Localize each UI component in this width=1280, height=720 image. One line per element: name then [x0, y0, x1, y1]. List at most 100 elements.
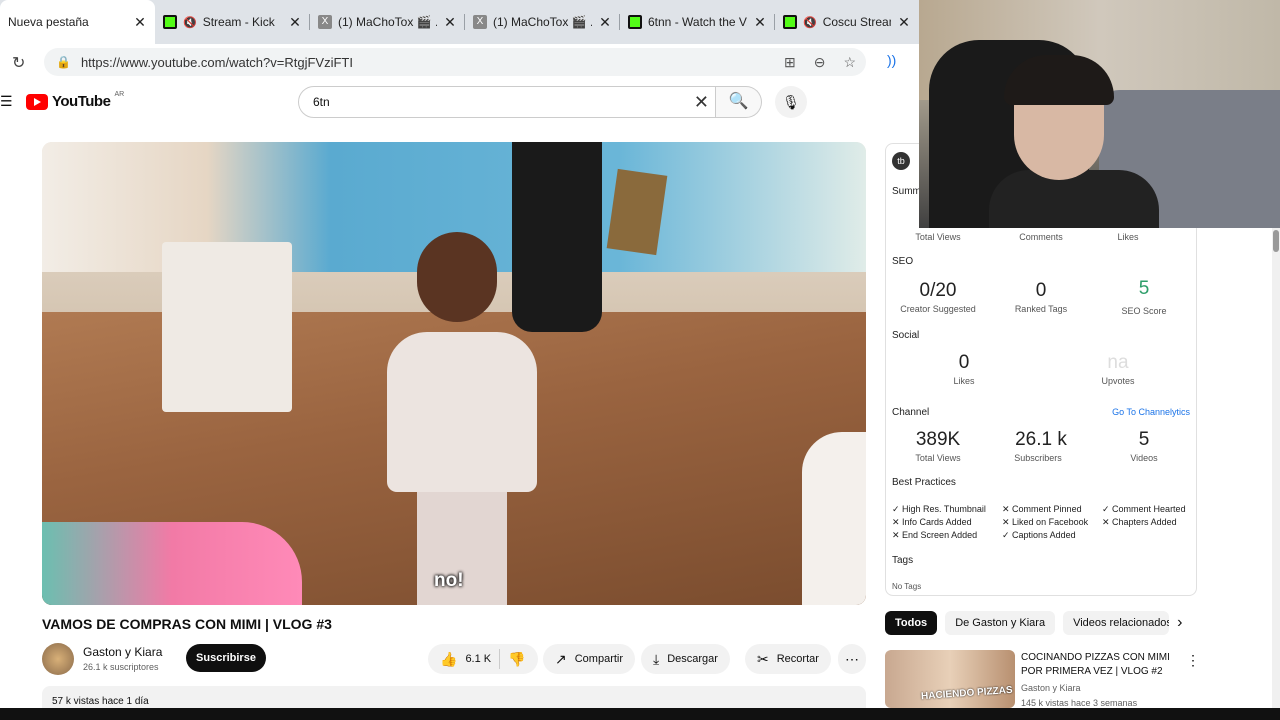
seo-caption: Creator Suggested	[900, 304, 976, 314]
tab-title: Stream - Kick	[202, 15, 275, 29]
recommended-video-channel[interactable]: Gaston y Kiara	[1021, 683, 1081, 693]
tab-title: (1) MaChoTox 🎬 ...	[493, 15, 592, 29]
download-icon: ⤓	[653, 650, 660, 667]
scrollbar[interactable]	[1272, 228, 1280, 708]
like-dislike-pill: 👍 6.1 K 👎	[428, 644, 538, 674]
country-code: AR	[114, 91, 125, 98]
more-icon: ⋯	[845, 650, 859, 667]
menu-icon[interactable]: ☰	[0, 93, 13, 110]
kick-icon	[628, 15, 642, 29]
youtube-logo[interactable]: YouTube AR	[26, 91, 125, 110]
zoom-icon[interactable]: ⊖	[814, 54, 826, 71]
channel-label: Channel	[892, 407, 930, 418]
browser-tab[interactable]: X (1) MaChoTox 🎬 ... ✕	[310, 0, 465, 44]
thumbs-down-icon[interactable]: 👎	[508, 651, 525, 668]
channel-stat-value: 5	[1138, 429, 1150, 450]
browser-tab[interactable]: X (1) MaChoTox 🎬 ... ✕	[465, 0, 620, 44]
x-icon: X	[473, 15, 487, 29]
extension-icon[interactable]: ))	[887, 52, 896, 68]
close-tab-icon[interactable]: ✕	[133, 14, 147, 31]
browser-tab[interactable]: 6tnn - Watch the V... ✕	[620, 0, 775, 44]
close-tab-icon[interactable]: ✕	[753, 14, 767, 31]
search-input[interactable]: 6tn ✕	[298, 86, 716, 118]
tags-label: Tags	[892, 555, 914, 566]
scrollbar-thumb[interactable]	[1273, 230, 1279, 252]
apps-icon[interactable]: ⊞	[784, 54, 796, 71]
browser-tab[interactable]: 🔇 Stream - Kick ✕	[155, 0, 310, 44]
best-practice-item: ✕ End Screen Added	[892, 530, 978, 540]
video-scene-child	[387, 222, 547, 605]
clear-search-icon[interactable]: ✕	[694, 92, 709, 113]
recommended-video-thumbnail[interactable]: HACIENDO PIZZAS	[885, 650, 1015, 708]
channel-name[interactable]: Gaston y Kiara	[83, 645, 162, 659]
related-filter-chips: Todos De Gaston y Kiara Videos relaciona…	[885, 611, 1182, 635]
best-practices-label: Best Practices	[892, 477, 956, 488]
download-label: Descargar	[667, 653, 718, 665]
share-button[interactable]: ↗ Compartir	[543, 644, 636, 674]
best-practice-item: ✕ Info Cards Added	[892, 517, 972, 527]
tab-title: Nueva pestaña	[8, 15, 89, 29]
browser-tab[interactable]: Nueva pestaña ✕	[0, 0, 155, 44]
search-button[interactable]: 🔍	[716, 86, 762, 118]
like-count[interactable]: 6.1 K	[465, 653, 491, 665]
views-line: 57 k vistas hace 1 día	[52, 696, 149, 707]
tab-title: Coscu Stream	[822, 15, 891, 29]
recommended-video-title[interactable]: COCINANDO PIZZAS CON MIMI POR PRIMERA VE…	[1021, 651, 1181, 679]
close-tab-icon[interactable]: ✕	[598, 14, 612, 31]
thumbs-up-icon[interactable]: 👍	[440, 651, 457, 668]
browser-tab[interactable]: 🔇 Coscu Stream ✕	[775, 0, 919, 44]
chip-related[interactable]: Videos relacionados	[1063, 611, 1170, 635]
browser-tab-bar: Nueva pestaña ✕ 🔇 Stream - Kick ✕ X (1) …	[0, 0, 919, 44]
avatar[interactable]	[42, 643, 74, 675]
youtube-play-icon	[26, 93, 48, 110]
chevron-right-icon[interactable]: ›	[1177, 614, 1182, 632]
chip-all[interactable]: Todos	[885, 611, 938, 635]
no-tags-text: No Tags	[892, 582, 922, 591]
close-tab-icon[interactable]: ✕	[443, 14, 457, 31]
kick-icon	[163, 15, 177, 29]
best-practice-item: ✓ Captions Added	[1002, 530, 1076, 540]
muted-speaker-icon[interactable]: 🔇	[183, 16, 197, 29]
chip-from-channel[interactable]: De Gaston y Kiara	[945, 611, 1056, 635]
muted-speaker-icon[interactable]: 🔇	[803, 16, 817, 29]
voice-search-button[interactable]: 🎙	[775, 86, 807, 118]
star-icon[interactable]: ☆	[843, 54, 856, 71]
webcam-overlay	[919, 0, 1280, 228]
subscriber-count: 26.1 k suscriptores	[83, 662, 159, 672]
channel-stat-value: 26.1 k	[1015, 429, 1067, 450]
streamer-shirt	[989, 170, 1159, 228]
clip-button[interactable]: ✂ Recortar	[745, 644, 831, 674]
mic-icon: 🎙	[782, 94, 800, 110]
subscribe-button[interactable]: Suscribirse	[186, 644, 266, 672]
social-caption: Likes	[953, 376, 975, 386]
close-tab-icon[interactable]: ✕	[288, 14, 302, 31]
share-icon: ↗	[555, 650, 567, 667]
site-info-icon[interactable]: 🔒	[56, 55, 71, 69]
best-practice-item: ✓ Comment Hearted	[1102, 504, 1186, 514]
best-practice-item: ✕ Liked on Facebook	[1002, 517, 1089, 527]
url-field[interactable]: 🔒 https://www.youtube.com/watch?v=RtgjFV…	[44, 48, 866, 76]
more-vertical-icon[interactable]: ⋮	[1186, 652, 1200, 669]
summary-label: Summ	[892, 186, 921, 197]
channelytics-link[interactable]: Go To Channelytics	[1112, 407, 1190, 417]
youtube-header: ☰ YouTube AR 6tn ✕ 🔍 🎙	[0, 82, 919, 122]
recommended-video-meta: 145 k vistas hace 3 semanas	[1021, 698, 1138, 708]
seo-value: 0/20	[919, 280, 957, 301]
best-practice-item: ✕ Chapters Added	[1102, 517, 1177, 527]
search-icon: 🔍	[728, 93, 749, 110]
seo-label: SEO	[892, 256, 914, 267]
download-button[interactable]: ⤓ Descargar	[641, 644, 730, 674]
thumbnail-text: HACIENDO PIZZAS	[920, 684, 1013, 703]
more-actions-button[interactable]: ⋯	[838, 644, 866, 674]
close-tab-icon[interactable]: ✕	[897, 14, 911, 31]
tab-title: 6tnn - Watch the V...	[648, 15, 747, 29]
tubebuddy-logo-icon: tb	[892, 152, 910, 170]
address-bar-row: ↻ 🔒 https://www.youtube.com/watch?v=Rtgj…	[0, 44, 919, 80]
video-scene-table	[802, 432, 866, 605]
video-scene-clothes	[42, 522, 302, 605]
reload-icon[interactable]: ↻	[12, 53, 25, 73]
social-value: na	[1107, 352, 1129, 373]
x-icon: X	[318, 15, 332, 29]
video-player[interactable]: no!	[42, 142, 866, 605]
bottom-edge	[0, 708, 1280, 720]
